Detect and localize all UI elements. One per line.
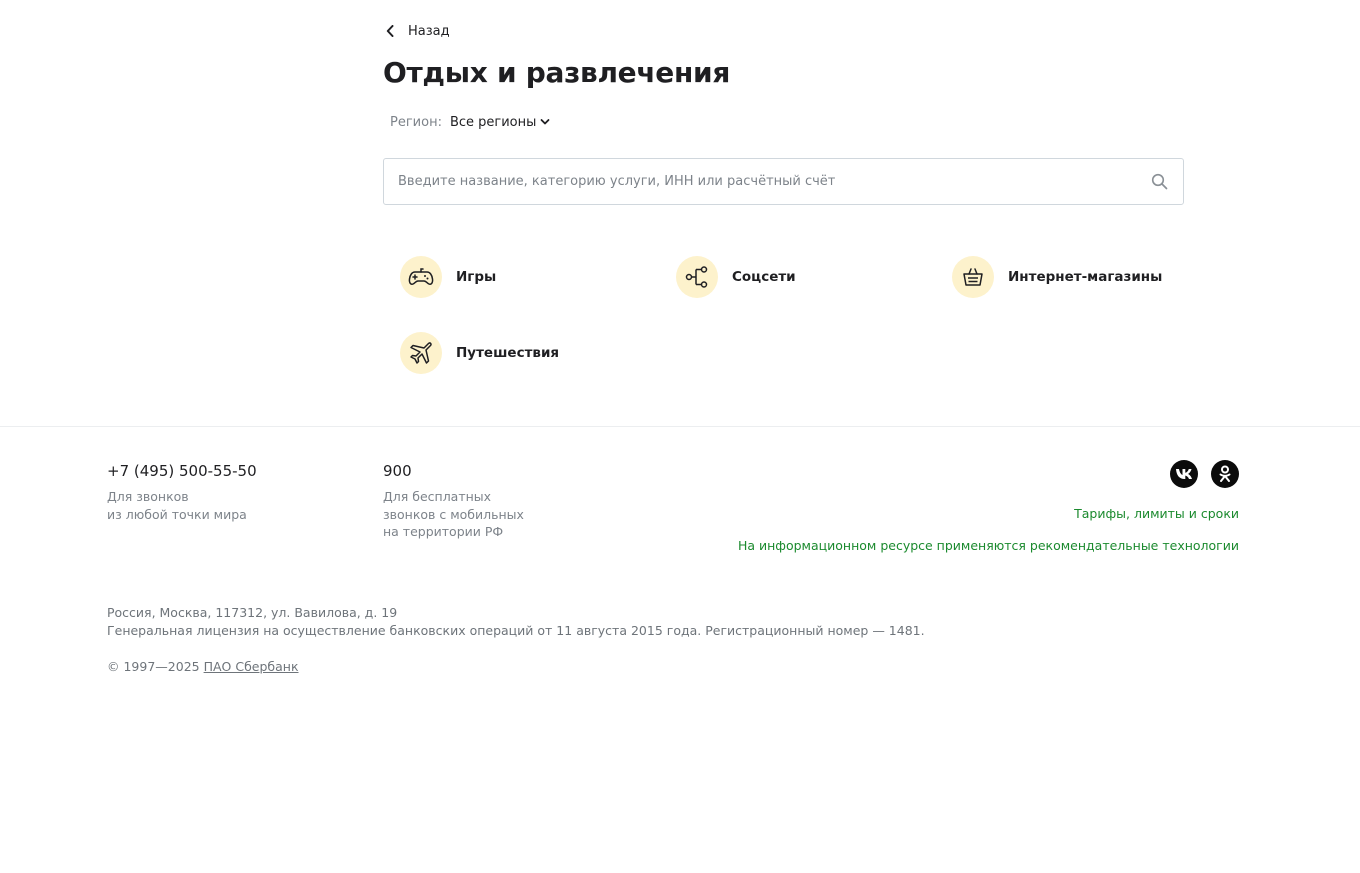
- region-value: Все регионы: [449, 115, 537, 130]
- region-selector: Регион: Все регионы: [390, 115, 550, 130]
- vk-icon[interactable]: [1170, 460, 1198, 488]
- phone-main-description: Для звонков из любой точки мира: [107, 489, 247, 522]
- footer-legal: Россия, Москва, 117312, ул. Вавилова, д.…: [107, 604, 925, 639]
- odnoklassniki-icon[interactable]: [1211, 460, 1239, 488]
- category-travel[interactable]: Путешествия: [400, 332, 559, 374]
- copyright: © 1997—2025 ПАО Сбербанк: [107, 659, 299, 674]
- category-online-stores[interactable]: Интернет-магазины: [952, 256, 1162, 298]
- share-icon: [676, 256, 718, 298]
- license-text: Генеральная лицензия на осуществление ба…: [107, 622, 925, 638]
- chevron-down-icon: [540, 115, 550, 130]
- category-social[interactable]: Соцсети: [676, 256, 796, 298]
- chevron-left-icon: [386, 22, 396, 40]
- airplane-icon: [400, 332, 442, 374]
- search-box: [383, 158, 1184, 205]
- category-games[interactable]: Игры: [400, 256, 496, 298]
- phone-main[interactable]: +7 (495) 500-55-50: [107, 462, 257, 480]
- phone-short[interactable]: 900: [383, 462, 412, 480]
- footer-divider: [0, 426, 1360, 427]
- search-icon[interactable]: [1149, 172, 1169, 192]
- category-label: Интернет-магазины: [1008, 269, 1163, 285]
- page-title: Отдых и развлечения: [383, 56, 731, 89]
- address-text: Россия, Москва, 117312, ул. Вавилова, д.…: [107, 605, 398, 620]
- region-dropdown[interactable]: Все регионы: [450, 115, 550, 130]
- gamepad-icon: [400, 256, 442, 298]
- tariffs-link[interactable]: Тарифы, лимиты и сроки: [1074, 506, 1239, 521]
- sberbank-link[interactable]: ПАО Сбербанк: [204, 659, 299, 674]
- recommendation-tech-link[interactable]: На информационном ресурсе применяются ре…: [738, 538, 1239, 553]
- category-label: Путешествия: [456, 345, 560, 361]
- back-label: Назад: [408, 23, 450, 39]
- copyright-years: © 1997—2025: [107, 659, 200, 674]
- region-label: Регион:: [390, 115, 442, 130]
- category-label: Игры: [456, 269, 497, 285]
- basket-icon: [952, 256, 994, 298]
- phone-short-description: Для бесплатных звонков с мобильных на те…: [383, 489, 524, 539]
- search-input[interactable]: [398, 174, 1149, 189]
- back-link[interactable]: Назад: [386, 22, 450, 40]
- category-label: Соцсети: [732, 269, 796, 285]
